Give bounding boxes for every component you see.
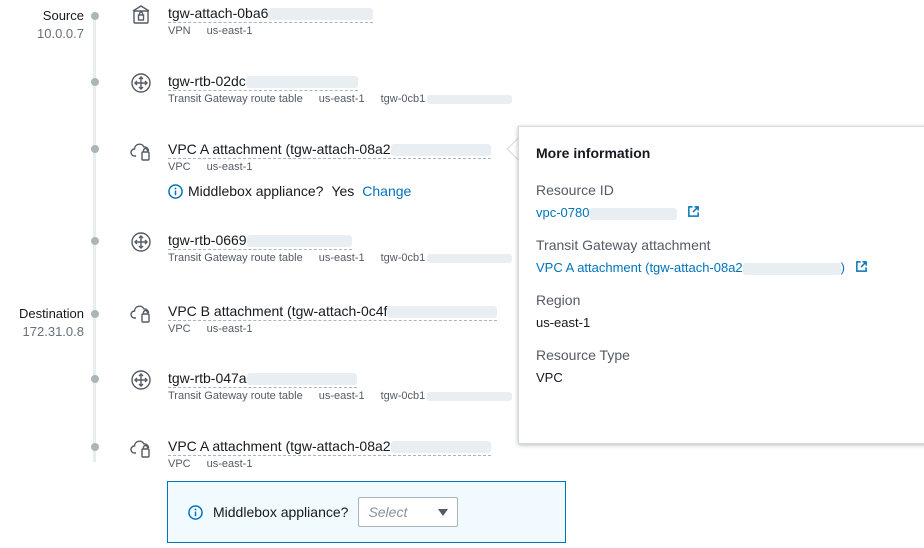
region-label: Region (536, 292, 581, 308)
destination-ip: 172.31.0.8 (22, 324, 84, 339)
info-icon (168, 183, 183, 199)
resource-type-field: Resource Type VPC (536, 347, 924, 385)
timeline-dot-source (91, 12, 99, 20)
info-icon (188, 504, 203, 520)
hop-meta: Transit Gateway route table us-east-1 tgw-… (168, 92, 528, 106)
vpn-gateway-icon (130, 4, 152, 26)
resource-id-field: Resource ID vpc-0780 (536, 182, 924, 220)
source-ip: 10.0.0.7 (37, 26, 84, 41)
caret-down-icon (438, 508, 449, 516)
vpc-attachment-icon (130, 302, 152, 324)
region-value: us-east-1 (536, 315, 591, 330)
hop-meta: VPN us-east-1 (168, 25, 253, 37)
route-table-icon (130, 231, 152, 253)
hop-name[interactable]: VPC A attachment (tgw-attach-08a2 (168, 437, 491, 456)
hop-name[interactable]: VPC A attachment (tgw-attach-08a2 (168, 140, 491, 159)
timeline-dot (91, 78, 99, 86)
resource-type-label: Resource Type (536, 347, 630, 363)
external-link-icon (688, 206, 699, 217)
timeline-dot (91, 237, 99, 245)
change-link[interactable]: Change (362, 183, 411, 199)
resource-id-label: Resource ID (536, 182, 614, 198)
timeline-dot (91, 145, 99, 153)
destination-endpoint: Destination 172.31.0.8 (19, 305, 84, 341)
hop-name[interactable]: tgw-attach-0ba6 (168, 4, 374, 23)
resource-id-link[interactable]: vpc-0780 (536, 205, 924, 220)
middlebox-select[interactable]: Select (358, 497, 459, 527)
resource-type-value: VPC (536, 370, 563, 385)
hop-meta: Transit Gateway route table us-east-1 tgw-… (168, 251, 528, 265)
hop-name[interactable]: tgw-rtb-047a (168, 369, 357, 388)
tgw-attachment-field: Transit Gateway attachment VPC A attachm… (536, 237, 924, 275)
external-link-icon (855, 261, 867, 272)
hop-meta: VPC us-east-1 (168, 161, 253, 173)
tgw-attachment-link[interactable]: VPC A attachment (tgw-attach-08a2) (536, 260, 924, 275)
timeline-dot (91, 443, 99, 451)
middlebox-label: Middlebox appliance? (188, 183, 324, 199)
hop-name[interactable]: VPC B attachment (tgw-attach-0c4f (168, 302, 498, 321)
popover-title: More information (536, 145, 651, 161)
hop-name[interactable]: tgw-rtb-0669 (168, 231, 352, 250)
source-endpoint: Source 10.0.0.7 (37, 7, 84, 43)
destination-title: Destination (18, 306, 84, 321)
source-title: Source (42, 8, 84, 23)
hop-name[interactable]: tgw-rtb-02dc (168, 72, 358, 91)
timeline-dot (91, 375, 99, 383)
hop-meta: VPC us-east-1 (168, 458, 253, 470)
hop-meta: Transit Gateway route table us-east-1 tgw-… (168, 389, 528, 403)
vpc-attachment-icon (130, 437, 152, 459)
middlebox-select-label: Middlebox appliance? (213, 504, 349, 520)
region-field: Region us-east-1 (536, 292, 924, 330)
tgw-attachment-label: Transit Gateway attachment (536, 237, 711, 253)
vpc-attachment-icon (130, 140, 152, 162)
middlebox-status: Middlebox appliance? Yes Change (168, 183, 411, 199)
middlebox-select-panel: Middlebox appliance? Select (167, 481, 566, 543)
select-placeholder: Select (368, 504, 408, 520)
middlebox-value: Yes (331, 183, 355, 199)
hop-meta: VPC us-east-1 (168, 323, 253, 335)
route-table-icon (130, 72, 152, 94)
more-info-popover: More information Resource ID vpc-0780 Tr… (518, 126, 924, 444)
timeline-dot-destination (91, 310, 99, 318)
route-table-icon (130, 369, 152, 391)
